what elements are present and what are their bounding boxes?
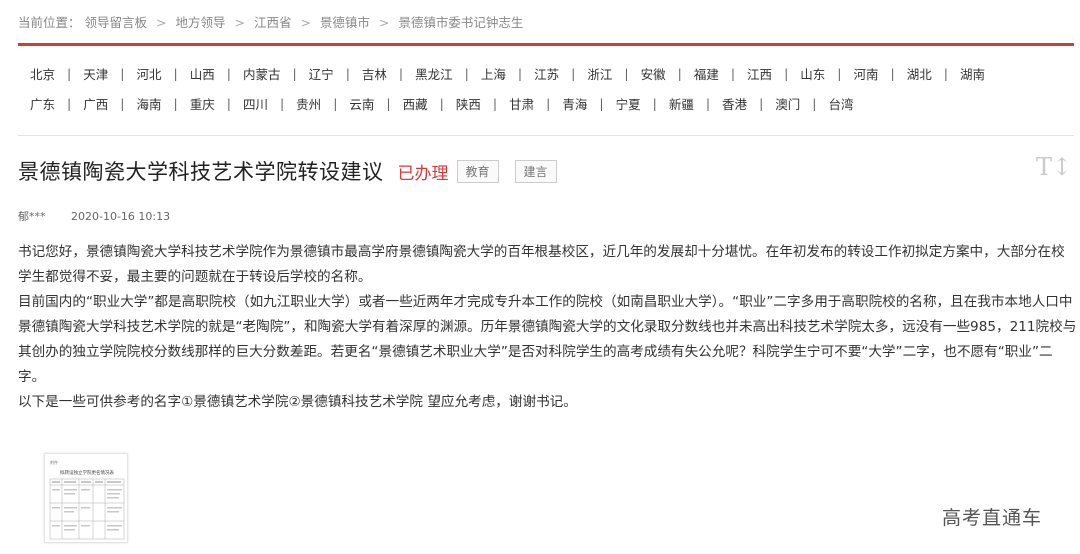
region-link[interactable]: 浙江 [575,64,624,83]
region-link[interactable]: 四川 [231,94,280,113]
section-divider [18,135,1074,136]
breadcrumb-separator: > [300,15,311,30]
breadcrumb-prefix: 当前位置： [18,15,81,30]
font-size-toggle-icon[interactable]: T↕ [1036,153,1072,181]
region-link[interactable]: 西藏 [391,94,440,113]
post-paragraph: 以下是一些可供参考的名字①景德镇艺术学院②景德镇科技艺术学院 望应允考虑，谢谢书… [18,394,577,410]
watermark-text: 高考直通车 [942,507,1043,529]
region-link[interactable]: 福建 [682,64,731,83]
region-link[interactable]: 陕西 [444,94,493,113]
breadcrumb-link-city[interactable]: 景德镇市 [320,15,370,30]
region-row-1: 北京 | 天津 | 河北 | 山西 | 内蒙古 | 辽宁 | 吉林 | 黑龙江 | 上海 | 江苏 | 浙江 | 安徽 | 福建… [18,58,1078,88]
breadcrumb-link-message-board[interactable]: 领导留言板 [85,15,148,30]
breadcrumb-separator: > [378,15,390,30]
attachment-thumbnail[interactable]: 附件 拟转设独立学院更名情况表 [44,453,128,543]
region-link[interactable]: 河南 [842,64,891,83]
region-link[interactable]: 山东 [788,64,837,83]
region-link[interactable]: 新疆 [657,94,706,113]
region-link[interactable]: 云南 [337,94,386,113]
region-link[interactable]: 湖南 [948,64,997,83]
post-body: 书记您好，景德镇陶瓷大学科技艺术学院作为景德镇市最高学府景德镇陶瓷大学的百年根基… [18,240,1078,415]
region-link[interactable]: 湖北 [895,64,944,83]
region-link[interactable]: 澳门 [763,94,812,113]
region-link[interactable]: 内蒙古 [231,64,293,83]
post-header: 景德镇陶瓷大学科技艺术学院转设建议 已办理 教育 建言 [18,156,557,186]
region-link[interactable]: 辽宁 [297,64,346,83]
status-badge: 已办理 [397,163,449,184]
region-link[interactable]: 香港 [710,94,759,113]
region-link[interactable]: 天津 [71,64,120,83]
region-link[interactable]: 台湾 [817,94,866,113]
breadcrumb-link-province[interactable]: 江西省 [254,15,292,30]
region-link[interactable]: 江苏 [522,64,571,83]
region-link[interactable]: 上海 [469,64,518,83]
region-link[interactable]: 青海 [550,94,599,113]
region-row-2: 广东 | 广西 | 海南 | 重庆 | 四川 | 贵州 | 云南 | 西藏 | 陕西 | 甘肃 | 青海 | 宁夏 | 新疆 | 香… [18,88,1078,118]
breadcrumb: 当前位置： 领导留言板 > 地方领导 > 江西省 > 景德镇市 > 景德镇市委书… [18,12,523,31]
region-link[interactable]: 山西 [178,64,227,83]
breadcrumb-link-leader[interactable]: 景德镇市委书记钟志生 [398,15,523,30]
region-link[interactable]: 甘肃 [497,94,546,113]
post-paragraph: 目前国内的“职业大学”都是高职院校（如九江职业大学）或者一些近两年才完成专升本工… [18,294,1077,385]
header-divider [18,43,1074,46]
region-link[interactable]: 黑龙江 [403,64,465,83]
attachment-document-image: 附件 拟转设独立学院更名情况表 [49,459,125,540]
breadcrumb-separator: > [156,15,167,30]
tag-suggestion[interactable]: 建言 [514,159,557,183]
region-link[interactable]: 贵州 [284,94,333,113]
tag-education[interactable]: 教育 [456,159,499,183]
region-link[interactable]: 重庆 [178,94,227,113]
region-link[interactable]: 广东 [18,94,67,113]
breadcrumb-link-local-leaders[interactable]: 地方领导 [175,15,225,30]
region-link[interactable]: 海南 [124,94,173,113]
post-paragraph: 书记您好，景德镇陶瓷大学科技艺术学院作为景德镇市最高学府景德镇陶瓷大学的百年根基… [18,244,1065,285]
region-nav: 北京 | 天津 | 河北 | 山西 | 内蒙古 | 辽宁 | 吉林 | 黑龙江 | 上海 | 江苏 | 浙江 | 安徽 | 福建… [18,58,1078,118]
attachment-heading: 附件 [50,459,58,465]
region-link[interactable]: 北京 [18,64,67,83]
region-link[interactable]: 江西 [735,64,784,83]
region-link[interactable]: 吉林 [350,64,399,83]
post-meta: 郁*** 2020-10-16 10:13 [18,208,170,224]
region-link[interactable]: 河北 [124,64,173,83]
post-time: 2020-10-16 10:13 [71,210,171,223]
post-title: 景德镇陶瓷大学科技艺术学院转设建议 [18,160,384,184]
post-author: 郁*** [18,210,46,223]
region-link[interactable]: 安徽 [629,64,678,83]
attachment-doc-title: 拟转设独立学院更名情况表 [60,469,114,476]
breadcrumb-separator: > [234,15,245,30]
region-link[interactable]: 广西 [71,94,120,113]
region-link[interactable]: 宁夏 [604,94,653,113]
